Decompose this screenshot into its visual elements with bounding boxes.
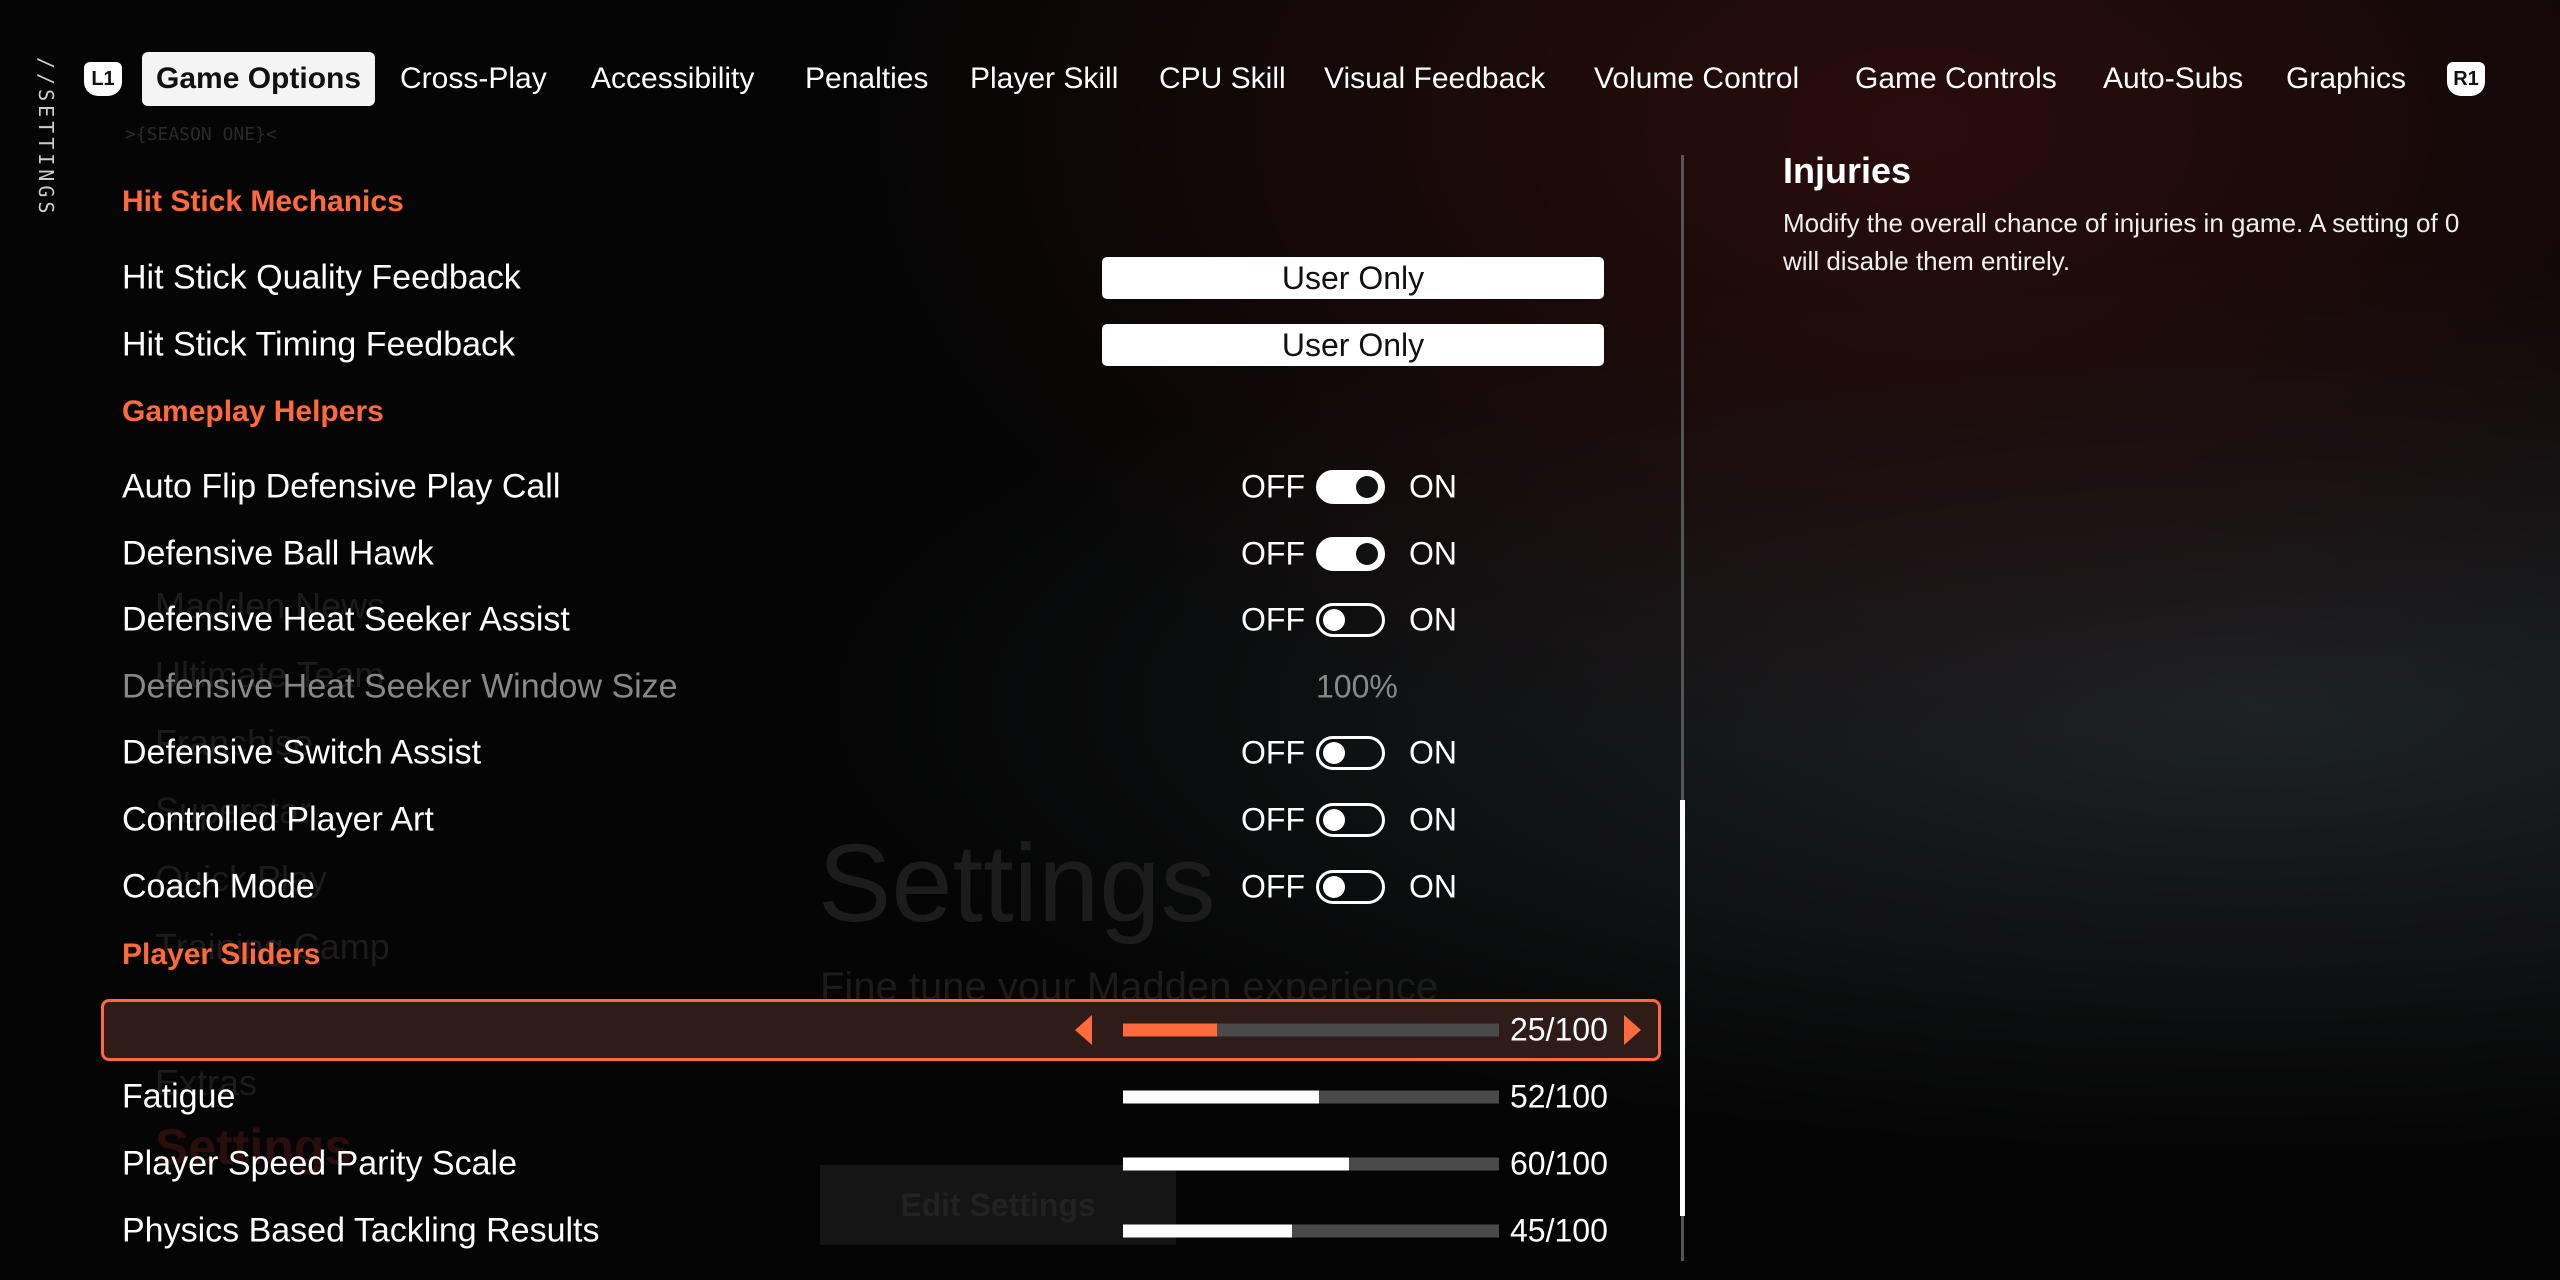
off-label: OFF: [1241, 801, 1305, 838]
slider-label: Fatigue: [122, 1077, 236, 1116]
section-player-sliders: Player Sliders: [122, 938, 321, 971]
tab-auto-subs[interactable]: Auto-Subs: [2103, 52, 2243, 106]
on-label: ON: [1409, 535, 1457, 572]
off-label: OFF: [1241, 734, 1305, 771]
off-label: OFF: [1241, 601, 1305, 638]
setting-label: Defensive Heat Seeker Window Size: [122, 667, 678, 706]
slider-fill: [1123, 1023, 1217, 1037]
slider-label: Physics Based Tackling Results: [122, 1211, 600, 1250]
toggle-knob: [1356, 543, 1378, 565]
toggle-switch[interactable]: [1316, 736, 1385, 770]
setting-label: Hit Stick Quality Feedback: [122, 258, 521, 297]
toggle-knob: [1323, 609, 1345, 631]
section-gameplay-helpers: Gameplay Helpers: [122, 395, 384, 428]
tab-game-controls[interactable]: Game Controls: [1855, 52, 2057, 106]
tab-game-options[interactable]: Game Options: [142, 52, 376, 106]
arrow-left-icon[interactable]: [1075, 1015, 1092, 1045]
off-label: OFF: [1241, 535, 1305, 572]
toggle-knob: [1323, 742, 1345, 764]
tab-volume-control[interactable]: Volume Control: [1594, 52, 1799, 106]
description-title: Injuries: [1783, 150, 1912, 191]
slider-track[interactable]: [1123, 1157, 1499, 1171]
off-label: OFF: [1241, 468, 1305, 505]
slider-value: 25/100: [1510, 1011, 1608, 1048]
setting-value: 100%: [1316, 668, 1398, 705]
toggle-knob: [1323, 809, 1345, 831]
slider-label: Player Speed Parity Scale: [122, 1144, 517, 1183]
toggle-switch[interactable]: [1316, 603, 1385, 637]
setting-label: Hit Stick Timing Feedback: [122, 325, 516, 364]
tab-cross-play[interactable]: Cross-Play: [400, 52, 547, 106]
toggle-switch[interactable]: [1316, 537, 1385, 571]
slider-value: 45/100: [1510, 1212, 1608, 1249]
tab-player-skill[interactable]: Player Skill: [970, 52, 1118, 106]
background-title: Settings: [818, 822, 1216, 945]
slider-track[interactable]: [1123, 1090, 1499, 1104]
arrow-right-icon[interactable]: [1624, 1015, 1641, 1045]
toggle-switch[interactable]: [1316, 803, 1385, 837]
off-label: OFF: [1241, 868, 1305, 905]
setting-label: Defensive Switch Assist: [122, 733, 482, 772]
toggle-knob: [1323, 876, 1345, 898]
tab-cpu-skill[interactable]: CPU Skill: [1159, 52, 1286, 106]
setting-label: Defensive Heat Seeker Assist: [122, 600, 570, 639]
section-hit-stick-mechanics: Hit Stick Mechanics: [122, 185, 404, 218]
on-label: ON: [1409, 734, 1457, 771]
setting-label: Defensive Ball Hawk: [122, 534, 434, 573]
toggle-switch[interactable]: [1316, 470, 1385, 504]
toggle-switch[interactable]: [1316, 870, 1385, 904]
slider-fill: [1123, 1090, 1319, 1104]
tab-graphics[interactable]: Graphics: [2286, 52, 2406, 106]
slider-track[interactable]: [1123, 1023, 1499, 1037]
l1-button-icon[interactable]: L1: [84, 62, 122, 96]
slider-fill: [1123, 1224, 1293, 1238]
dropdown-0[interactable]: User Only: [1102, 257, 1604, 299]
slider-value: 52/100: [1510, 1078, 1608, 1115]
dropdown-1[interactable]: User Only: [1102, 324, 1604, 366]
on-label: ON: [1409, 601, 1457, 638]
setting-label: Auto Flip Defensive Play Call: [122, 467, 561, 506]
tab-visual-feedback[interactable]: Visual Feedback: [1324, 52, 1545, 106]
description-text: Modify the overall chance of injuries in…: [1783, 208, 2460, 276]
setting-label: Coach Mode: [122, 867, 315, 906]
tab-accessibility[interactable]: Accessibility: [591, 52, 754, 106]
slider-track[interactable]: [1123, 1224, 1499, 1238]
slider-fill: [1123, 1157, 1349, 1171]
tab-penalties[interactable]: Penalties: [805, 52, 928, 106]
tab-bar: L1 R1 Game Options Cross-Play Accessibilit…: [0, 52, 2560, 106]
season-label: >{SEASON ONE}<: [125, 124, 277, 145]
slider-value: 60/100: [1510, 1145, 1608, 1182]
toggle-knob: [1356, 476, 1378, 498]
on-label: ON: [1409, 868, 1457, 905]
on-label: ON: [1409, 468, 1457, 505]
r1-button-icon[interactable]: R1: [2447, 62, 2485, 96]
on-label: ON: [1409, 801, 1457, 838]
setting-label: Controlled Player Art: [122, 800, 434, 839]
scrollbar-thumb[interactable]: [1680, 800, 1685, 1216]
